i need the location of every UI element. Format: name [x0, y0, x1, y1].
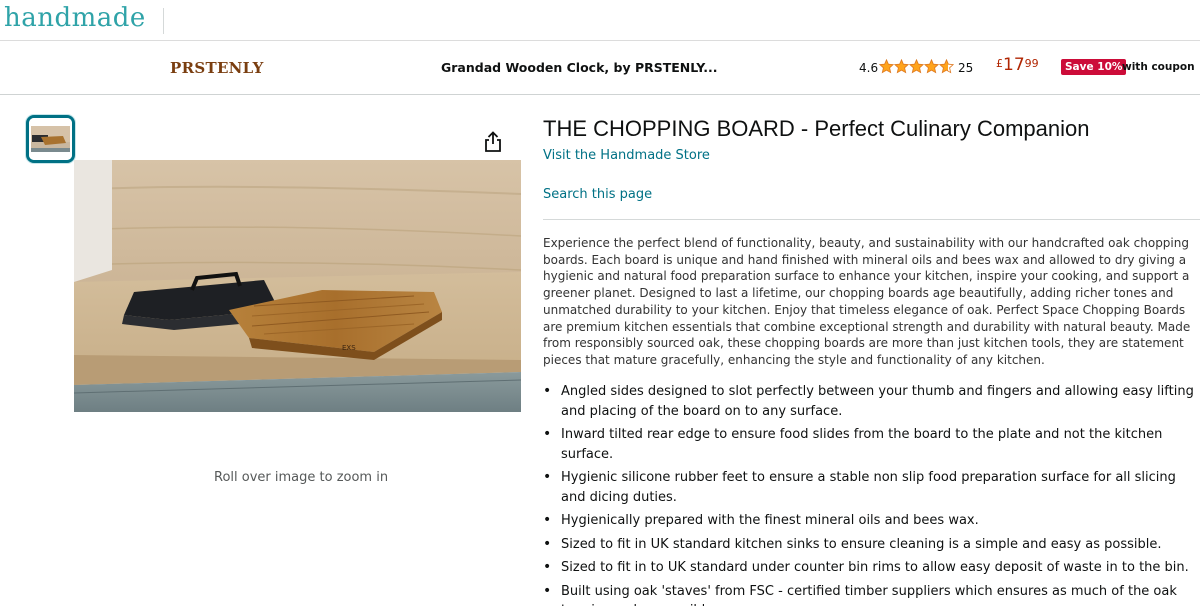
main-product-image[interactable]: EXS	[74, 160, 521, 412]
star-icon	[909, 59, 924, 74]
feature-bullet: Angled sides designed to slot perfectly …	[543, 382, 1200, 421]
price-fraction: 99	[1024, 57, 1039, 70]
price-currency: £	[996, 57, 1003, 70]
header-divider	[163, 8, 164, 34]
search-this-page-link[interactable]: Search this page	[543, 187, 652, 202]
star-icon	[879, 59, 894, 74]
svg-text:EXS: EXS	[342, 344, 356, 352]
image-thumbnail[interactable]	[26, 115, 75, 163]
feature-bullet: Built using oak 'staves' from FSC - cert…	[543, 582, 1200, 606]
feature-bullets: Angled sides designed to slot perfectly …	[543, 382, 1200, 606]
star-icon	[939, 59, 954, 74]
store-link[interactable]: Visit the Handmade Store	[543, 148, 710, 163]
sticky-product-title[interactable]: Grandad Wooden Clock, by PRSTENLY...	[441, 60, 718, 75]
product-title: THE CHOPPING BOARD - Perfect Culinary Co…	[543, 116, 1090, 141]
coupon-badge: Save 10%	[1061, 59, 1127, 75]
handmade-logo[interactable]: handmade	[4, 3, 146, 33]
thumbnail-image	[29, 118, 72, 160]
product-description: Experience the perfect blend of function…	[543, 236, 1191, 367]
rating-value: 4.6	[859, 61, 879, 75]
price-whole: 17	[1003, 55, 1025, 75]
sticky-product-bar: PRSTENLY Grandad Wooden Clock, by PRSTEN…	[0, 41, 1200, 95]
star-icon	[894, 59, 909, 74]
star-icon	[924, 59, 939, 74]
rating-count[interactable]: 25	[958, 61, 973, 75]
handmade-header: handmade	[0, 0, 1200, 41]
feature-bullet: Hygienically prepared with the finest mi…	[543, 511, 1200, 531]
zoom-hint: Roll over image to zoom in	[214, 470, 389, 485]
feature-bullet: Inward tilted rear edge to ensure food s…	[543, 425, 1200, 464]
feature-bullet: Sized to fit in UK standard kitchen sink…	[543, 535, 1200, 555]
coupon-text: with coupon	[1122, 61, 1195, 73]
price: £1799	[996, 55, 1039, 75]
star-rating[interactable]	[879, 59, 954, 74]
share-icon[interactable]	[483, 131, 503, 153]
feature-bullet: Sized to fit in to UK standard under cou…	[543, 558, 1200, 578]
feature-bullet: Hygienic silicone rubber feet to ensure …	[543, 468, 1200, 507]
section-divider	[543, 219, 1200, 220]
brand-logo[interactable]: PRSTENLY	[170, 59, 264, 77]
